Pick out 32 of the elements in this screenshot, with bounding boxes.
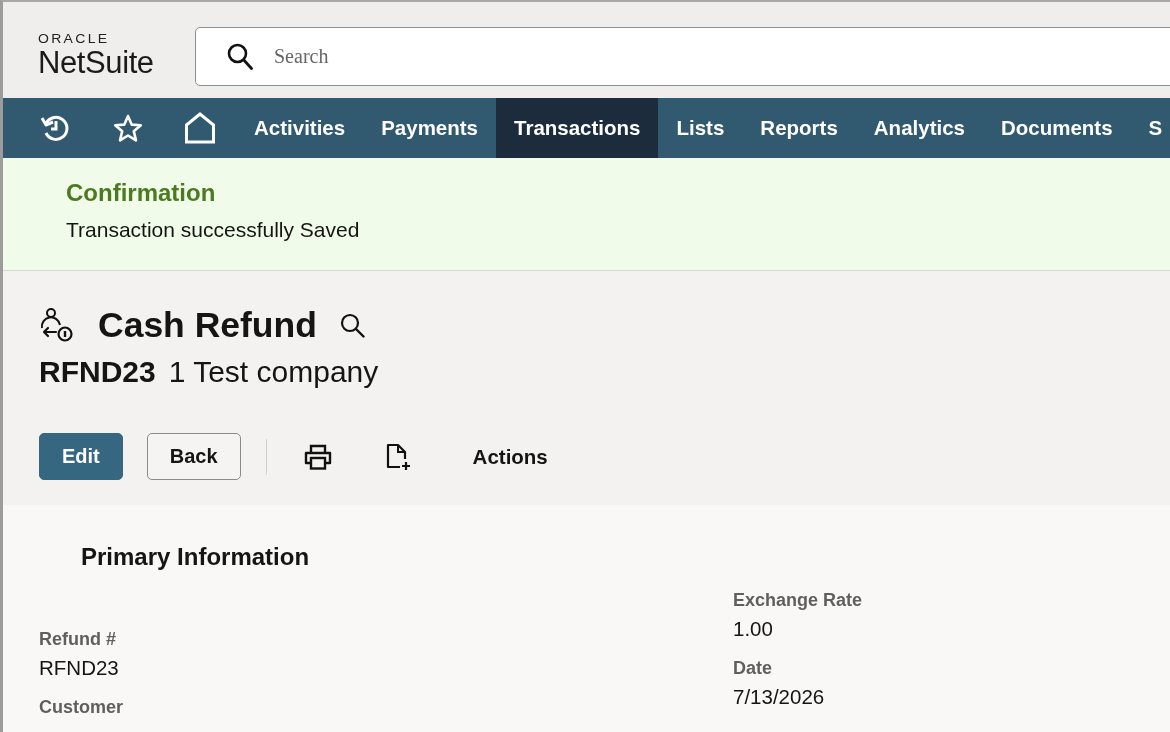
actions-menu-button[interactable]: Actions — [472, 436, 548, 477]
record-title: Cash Refund — [98, 305, 317, 345]
print-icon[interactable] — [303, 443, 332, 470]
field-value: 1.00 — [733, 616, 774, 642]
field-label: Customer — [39, 696, 124, 718]
search-icon — [227, 42, 253, 70]
nav-tab[interactable]: Lists — [658, 98, 743, 158]
record-number: RFND23 — [39, 355, 156, 389]
logo-brand-text: ORACLE — [38, 32, 110, 46]
nav-tab[interactable]: Documents — [982, 98, 1131, 158]
search-icon[interactable] — [339, 312, 365, 338]
field-value: RFND23 — [39, 655, 120, 681]
field-label: Date — [733, 657, 773, 679]
confirmation-message: Transaction successfully Saved — [66, 218, 361, 242]
nav-tab[interactable]: Reports — [742, 98, 856, 158]
back-button[interactable]: Back — [146, 433, 241, 480]
logo-product-text: NetSuite — [38, 46, 154, 79]
nav-tab[interactable]: Activities — [236, 98, 364, 158]
record-customer: 1 Test company — [168, 355, 379, 389]
field-label: Refund # — [39, 628, 117, 650]
person-refund-icon — [39, 308, 73, 342]
field-value: 7/13/2026 — [733, 684, 826, 710]
search-field[interactable]: Search — [195, 26, 1170, 86]
edit-button[interactable]: Edit — [39, 433, 123, 480]
nav-tab[interactable]: Analytics — [855, 98, 983, 158]
nav-tab[interactable]: Payments — [363, 98, 496, 158]
nav-tab[interactable]: Transactions — [496, 98, 659, 158]
confirmation-title: Confirmation — [66, 179, 217, 207]
field-label: Exchange Rate — [733, 589, 864, 611]
nav-tab[interactable]: S — [1130, 98, 1170, 158]
new-document-icon[interactable] — [385, 442, 411, 471]
section-title: Primary Information — [81, 543, 311, 571]
